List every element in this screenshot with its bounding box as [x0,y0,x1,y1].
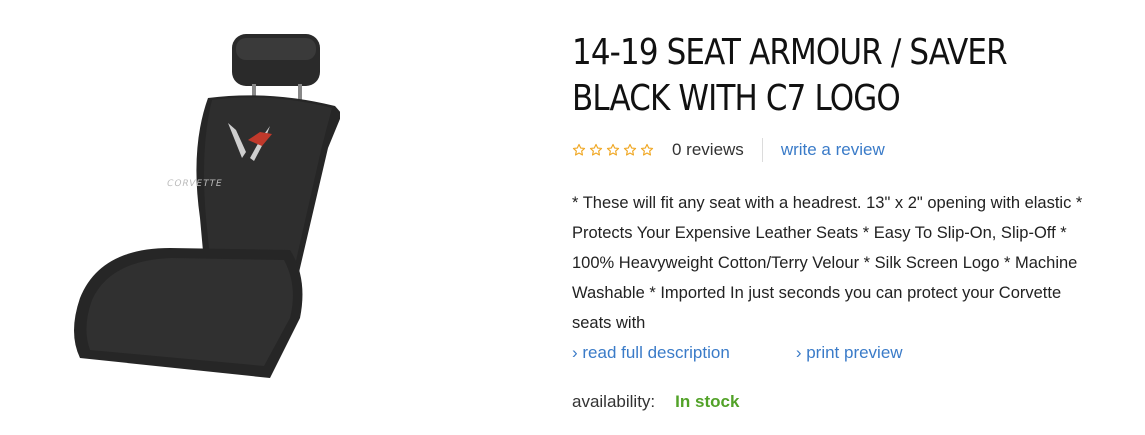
product-title: 14-19 SEAT ARMOUR / SAVER BLACK WITH C7 … [572,32,1008,119]
logo-text: CORVETTE [166,179,224,189]
product-image[interactable]: CORVETTE [40,28,342,400]
product-description: * These will fit any seat with a headres… [572,194,1083,332]
availability-label: availability: [572,392,656,411]
star-outline-icon[interactable] [623,143,637,157]
availability-row: availability: In stock [572,392,1112,412]
read-full-description-link[interactable]: › read full description [572,338,730,368]
rating-row: 0 reviews write a review [572,136,1112,164]
write-review-link[interactable]: write a review [781,140,885,160]
divider [761,138,763,162]
product-info: 14-19 SEAT ARMOUR / SAVER BLACK WITH C7 … [572,30,1112,412]
star-outline-icon[interactable] [589,143,603,157]
star-outline-icon[interactable] [606,143,620,157]
stock-status: In stock [675,392,740,411]
description-links: › read full description › print preview [572,338,1112,368]
star-outline-icon[interactable] [640,143,654,157]
rating-stars[interactable] [572,143,654,157]
reviews-count: 0 reviews [672,140,744,159]
star-outline-icon[interactable] [572,143,586,157]
print-preview-link[interactable]: › print preview [796,338,903,368]
